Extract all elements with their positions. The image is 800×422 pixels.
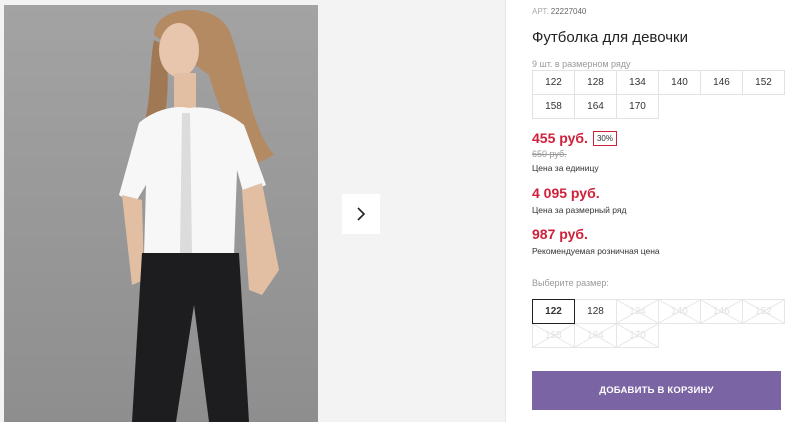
series-size-cell: 170 bbox=[616, 94, 659, 119]
unavailable-cross-icon bbox=[617, 300, 658, 323]
size-option-label: 128 bbox=[587, 306, 604, 317]
unavailable-cross-icon bbox=[617, 324, 658, 347]
retail-price: 987 руб. bbox=[532, 226, 588, 242]
unavailable-cross-icon bbox=[533, 324, 574, 347]
size-series-grid: 122 128 134 140 146 152 158 164 170 bbox=[532, 70, 785, 119]
article-number: АРТ. 22227040 bbox=[532, 7, 586, 16]
chevron-right-icon bbox=[357, 207, 366, 221]
product-gallery bbox=[0, 0, 505, 422]
unit-price-row: 455 руб. 30% bbox=[532, 130, 617, 146]
size-option-128[interactable]: 128 bbox=[574, 299, 617, 324]
size-option-146: 146 bbox=[700, 299, 743, 324]
size-option-170: 170 bbox=[616, 323, 659, 348]
article-value: 22227040 bbox=[550, 7, 587, 16]
series-size-cell: 164 bbox=[574, 94, 617, 119]
unit-price-caption: Цена за единицу bbox=[532, 163, 599, 173]
size-option-164: 164 bbox=[574, 323, 617, 348]
series-size-cell: 140 bbox=[658, 70, 701, 95]
size-option-122[interactable]: 122 bbox=[532, 299, 575, 324]
series-size-cell: 128 bbox=[574, 70, 617, 95]
unavailable-cross-icon bbox=[701, 300, 742, 323]
series-price-caption: Цена за размерный ряд bbox=[532, 205, 627, 215]
size-option-134: 134 bbox=[616, 299, 659, 324]
panel-divider bbox=[505, 0, 506, 422]
series-size-cell: 134 bbox=[616, 70, 659, 95]
size-picker-label: Выберите размер: bbox=[532, 278, 609, 288]
article-label: АРТ. bbox=[532, 7, 549, 16]
unavailable-cross-icon bbox=[659, 300, 700, 323]
next-image-button[interactable] bbox=[342, 194, 380, 234]
series-size-cell: 122 bbox=[532, 70, 575, 95]
add-to-cart-button[interactable]: ДОБАВИТЬ В КОРЗИНУ bbox=[532, 371, 781, 410]
size-picker: 122 128 134140146152 158164170 bbox=[532, 299, 785, 348]
series-size-cell: 158 bbox=[532, 94, 575, 119]
size-option-152: 152 bbox=[742, 299, 785, 324]
series-price: 4 095 руб. bbox=[532, 185, 600, 201]
series-size-cell: 152 bbox=[742, 70, 785, 95]
discount-badge: 30% bbox=[592, 130, 617, 146]
size-option-label: 122 bbox=[545, 306, 562, 317]
product-photo bbox=[4, 5, 318, 422]
unavailable-cross-icon bbox=[575, 324, 616, 347]
retail-price-caption: Рекомендуемая розничная цена bbox=[532, 246, 660, 256]
old-price: 650 руб. bbox=[532, 149, 567, 159]
series-note: 9 шт. в размерном ряду bbox=[532, 59, 631, 69]
unit-price: 455 руб. bbox=[532, 130, 588, 146]
size-option-158: 158 bbox=[532, 323, 575, 348]
product-photo-illustration bbox=[4, 5, 318, 422]
unavailable-cross-icon bbox=[743, 300, 784, 323]
size-option-140: 140 bbox=[658, 299, 701, 324]
series-size-cell: 146 bbox=[700, 70, 743, 95]
product-title: Футболка для девочки bbox=[532, 29, 688, 46]
